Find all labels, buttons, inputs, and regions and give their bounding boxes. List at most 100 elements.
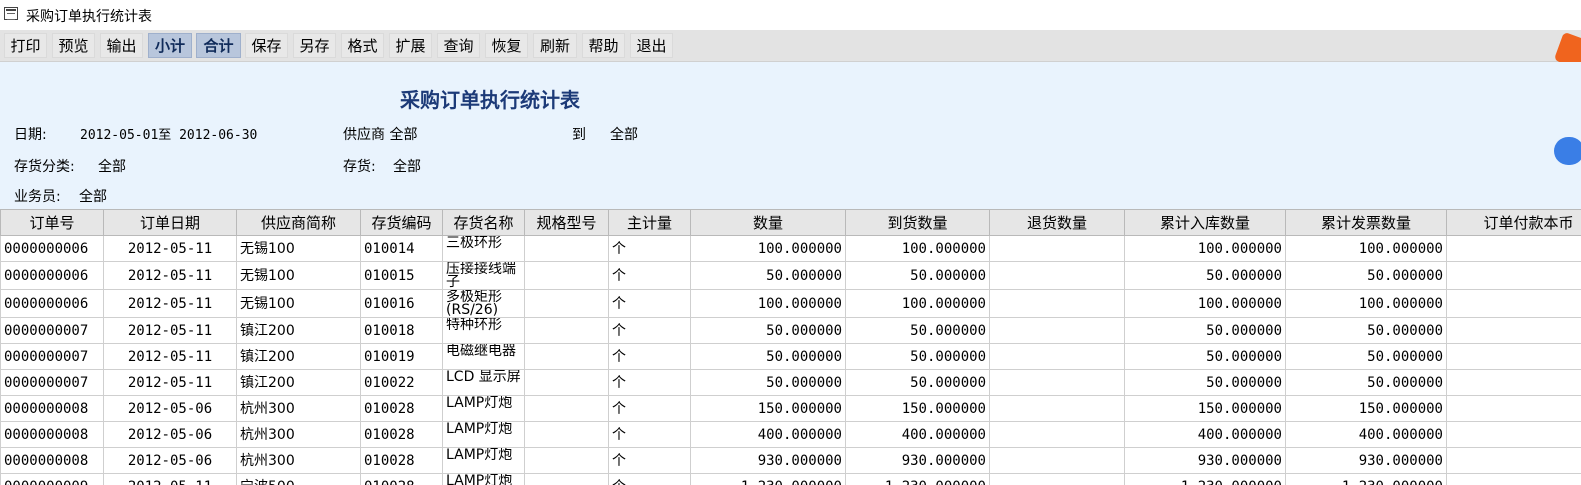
cell-spec[interactable] (524, 261, 609, 290)
cell-arrival-qty[interactable]: 1,230.000000 (845, 473, 990, 485)
col-header-unit[interactable]: 主计量 (608, 209, 691, 236)
table-row[interactable]: 00000000092012-05-11宁波500010028LAMP灯炮个1,… (0, 473, 1581, 485)
cell-arrival-qty[interactable]: 150.000000 (845, 395, 990, 422)
table-row[interactable]: 0000000006 2012-05-11 无锡100 010015 压接接线端子个 50… (0, 261, 1581, 290)
cell-inventory-code[interactable]: 010028 (360, 473, 443, 485)
cell-order-date[interactable]: 2012-05-11 (103, 473, 237, 485)
cell-arrival-qty[interactable]: 100.000000 (845, 235, 990, 262)
cell-inventory-code[interactable]: 010014 (360, 235, 443, 262)
cell-unit[interactable]: 个 (608, 395, 691, 422)
cell-unit[interactable]: 个 (608, 369, 691, 396)
cell-payment[interactable] (1446, 395, 1581, 422)
cell-arrival-qty[interactable]: 50.000000 (845, 343, 990, 370)
cell-inventory-name[interactable]: LAMP灯炮 (442, 395, 525, 422)
cell-inventory-code[interactable]: 010016 (360, 289, 443, 318)
cell-arrival-qty[interactable]: 400.000000 (845, 421, 990, 448)
cell-order-no[interactable]: 0000000007 (0, 317, 104, 344)
cell-unit[interactable]: 个 (608, 261, 691, 290)
extend-button[interactable]: 扩展 (389, 33, 432, 58)
cell-stock-in-qty[interactable]: 930.000000 (1124, 447, 1286, 474)
cell-invoice-qty[interactable]: 150.000000 (1285, 395, 1447, 422)
cell-return-qty[interactable] (989, 343, 1125, 370)
col-header-inventory-name[interactable]: 存货名称 (442, 209, 525, 236)
cell-payment[interactable] (1446, 289, 1581, 318)
cell-inventory-name[interactable]: LAMP灯炮 (442, 473, 525, 485)
cell-return-qty[interactable] (989, 473, 1125, 485)
cell-supplier[interactable]: 镇江200 (236, 317, 361, 344)
table-row[interactable]: 0000000008 2012-05-06 杭州300 010028 LAMP灯炮个 93… (0, 447, 1581, 474)
col-header-payment[interactable]: 订单付款本币 (1446, 209, 1581, 236)
cell-spec[interactable] (524, 235, 609, 262)
col-header-return-qty[interactable]: 退货数量 (989, 209, 1125, 236)
cell-order-no[interactable]: 0000000006 (0, 235, 104, 262)
cell-supplier[interactable]: 镇江200 (236, 369, 361, 396)
cell-order-no[interactable]: 0000000008 (0, 447, 104, 474)
subtotal-button[interactable]: 小计 (148, 33, 192, 58)
cell-spec[interactable] (524, 447, 609, 474)
cell-order-no[interactable]: 0000000007 (0, 369, 104, 396)
table-row[interactable]: 0000000008 2012-05-06 杭州300 010028 LAMP灯炮个 40… (0, 421, 1581, 448)
cell-return-qty[interactable] (989, 289, 1125, 318)
cell-order-date[interactable]: 2012-05-06 (103, 395, 237, 422)
cell-spec[interactable] (524, 473, 609, 485)
cell-spec[interactable] (524, 421, 609, 448)
cell-inventory-code[interactable]: 010015 (360, 261, 443, 290)
cell-inventory-name[interactable]: LAMP灯炮 (442, 447, 525, 474)
cell-supplier[interactable]: 无锡100 (236, 289, 361, 318)
cell-quantity[interactable]: 150.000000 (690, 395, 846, 422)
col-header-inventory-code[interactable]: 存货编码 (360, 209, 443, 236)
cell-supplier[interactable]: 镇江200 (236, 343, 361, 370)
cell-inventory-name[interactable]: LCD 显示屏 (442, 369, 525, 396)
cell-order-no[interactable]: 0000000009 (0, 473, 104, 485)
cell-supplier[interactable]: 无锡100 (236, 235, 361, 262)
cell-payment[interactable] (1446, 343, 1581, 370)
cell-quantity[interactable]: 50.000000 (690, 343, 846, 370)
cell-stock-in-qty[interactable]: 100.000000 (1124, 289, 1286, 318)
cell-order-no[interactable]: 0000000006 (0, 289, 104, 318)
cell-stock-in-qty[interactable]: 400.000000 (1124, 421, 1286, 448)
cell-inventory-code[interactable]: 010018 (360, 317, 443, 344)
cell-supplier[interactable]: 杭州300 (236, 447, 361, 474)
col-header-quantity[interactable]: 数量 (690, 209, 846, 236)
cell-unit[interactable]: 个 (608, 289, 691, 318)
col-header-order-date[interactable]: 订单日期 (103, 209, 237, 236)
col-header-arrival-qty[interactable]: 到货数量 (845, 209, 990, 236)
cell-spec[interactable] (524, 395, 609, 422)
cell-quantity[interactable]: 400.000000 (690, 421, 846, 448)
cell-order-date[interactable]: 2012-05-11 (103, 261, 237, 290)
cell-spec[interactable] (524, 369, 609, 396)
cell-return-qty[interactable] (989, 317, 1125, 344)
print-button[interactable]: 打印 (4, 33, 47, 58)
cell-quantity[interactable]: 50.000000 (690, 369, 846, 396)
restore-button[interactable]: 恢复 (485, 33, 528, 58)
exit-button[interactable]: 退出 (630, 33, 673, 58)
table-row[interactable]: 0000000007 2012-05-11 镇江200 010022 LCD 显示屏个 5… (0, 369, 1581, 396)
cell-invoice-qty[interactable]: 1,230.000000 (1285, 473, 1447, 485)
cell-arrival-qty[interactable]: 50.000000 (845, 369, 990, 396)
cell-unit[interactable]: 个 (608, 473, 691, 485)
cell-payment[interactable] (1446, 261, 1581, 290)
cell-payment[interactable] (1446, 421, 1581, 448)
cell-order-date[interactable]: 2012-05-11 (103, 289, 237, 318)
cell-return-qty[interactable] (989, 447, 1125, 474)
cell-quantity[interactable]: 100.000000 (690, 289, 846, 318)
cell-return-qty[interactable] (989, 235, 1125, 262)
col-header-spec[interactable]: 规格型号 (524, 209, 609, 236)
cell-quantity[interactable]: 930.000000 (690, 447, 846, 474)
help-button[interactable]: 帮助 (582, 33, 625, 58)
cell-payment[interactable] (1446, 235, 1581, 262)
cell-inventory-name[interactable]: LAMP灯炮 (442, 421, 525, 448)
cell-stock-in-qty[interactable]: 50.000000 (1124, 369, 1286, 396)
table-row[interactable]: 0000000006 2012-05-11 无锡100 010014 三极环形个 100.… (0, 235, 1581, 262)
cell-stock-in-qty[interactable]: 150.000000 (1124, 395, 1286, 422)
cell-supplier[interactable]: 杭州300 (236, 395, 361, 422)
export-button[interactable]: 输出 (100, 33, 143, 58)
refresh-button[interactable]: 刷新 (533, 33, 577, 58)
table-row[interactable]: 0000000007 2012-05-11 镇江200 010018 特种环形个 50.0… (0, 317, 1581, 344)
cell-stock-in-qty[interactable]: 1,230.000000 (1124, 473, 1286, 485)
cell-quantity[interactable]: 50.000000 (690, 317, 846, 344)
cell-return-qty[interactable] (989, 261, 1125, 290)
cell-stock-in-qty[interactable]: 100.000000 (1124, 235, 1286, 262)
cell-inventory-code[interactable]: 010028 (360, 447, 443, 474)
cell-return-qty[interactable] (989, 421, 1125, 448)
